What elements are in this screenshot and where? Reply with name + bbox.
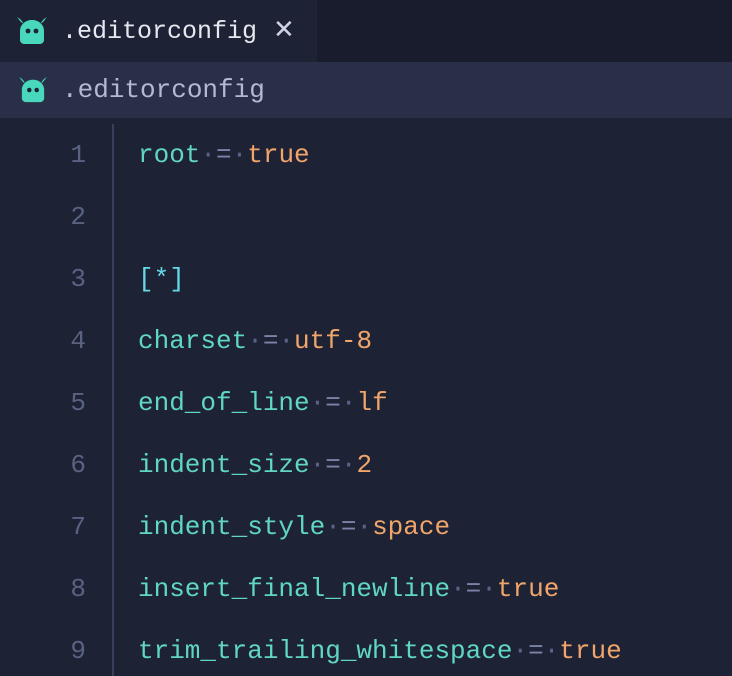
tab-editorconfig[interactable]: .editorconfig ✕ [0, 0, 317, 62]
tab-bar: .editorconfig ✕ [0, 0, 732, 62]
indent-guide [112, 124, 114, 186]
code-line[interactable]: 3 [*] [0, 248, 732, 310]
code-line[interactable]: 5 end_of_line·=·lf [0, 372, 732, 434]
code-line[interactable]: 9 trim_trailing_whitespace·=·true [0, 620, 732, 676]
code-content: trim_trailing_whitespace·=·true [138, 620, 622, 676]
line-number: 2 [0, 186, 112, 248]
code-line[interactable]: 2 [0, 186, 732, 248]
indent-guide [112, 248, 114, 310]
indent-guide [112, 186, 114, 248]
breadcrumb[interactable]: .editorconfig [0, 62, 732, 118]
editorconfig-icon [18, 77, 48, 103]
code-content: [*] [138, 248, 185, 310]
indent-guide [112, 620, 114, 676]
code-content: indent_style·=·space [138, 496, 450, 558]
indent-guide [112, 558, 114, 620]
indent-guide [112, 434, 114, 496]
code-content: charset·=·utf-8 [138, 310, 372, 372]
line-number: 8 [0, 558, 112, 620]
code-line[interactable]: 6 indent_size·=·2 [0, 434, 732, 496]
line-number: 7 [0, 496, 112, 558]
code-editor[interactable]: 1 root·=·true 23 [*] 4 charset·=·utf-8 5 end_of… [0, 118, 732, 676]
code-content: indent_size·=·2 [138, 434, 372, 496]
code-content: insert_final_newline·=·true [138, 558, 559, 620]
close-icon[interactable]: ✕ [271, 16, 297, 46]
editorconfig-icon [16, 17, 48, 45]
line-number: 9 [0, 620, 112, 676]
code-line[interactable]: 4 charset·=·utf-8 [0, 310, 732, 372]
line-number: 1 [0, 124, 112, 186]
line-number: 4 [0, 310, 112, 372]
line-number: 3 [0, 248, 112, 310]
code-line[interactable]: 8 insert_final_newline·=·true [0, 558, 732, 620]
code-content: end_of_line·=·lf [138, 372, 388, 434]
line-number: 5 [0, 372, 112, 434]
tab-label: .editorconfig [62, 17, 257, 46]
code-line[interactable]: 7 indent_style·=·space [0, 496, 732, 558]
indent-guide [112, 310, 114, 372]
breadcrumb-label: .editorconfig [62, 75, 265, 105]
indent-guide [112, 372, 114, 434]
line-number: 6 [0, 434, 112, 496]
indent-guide [112, 496, 114, 558]
code-line[interactable]: 1 root·=·true [0, 124, 732, 186]
code-content: root·=·true [138, 124, 310, 186]
